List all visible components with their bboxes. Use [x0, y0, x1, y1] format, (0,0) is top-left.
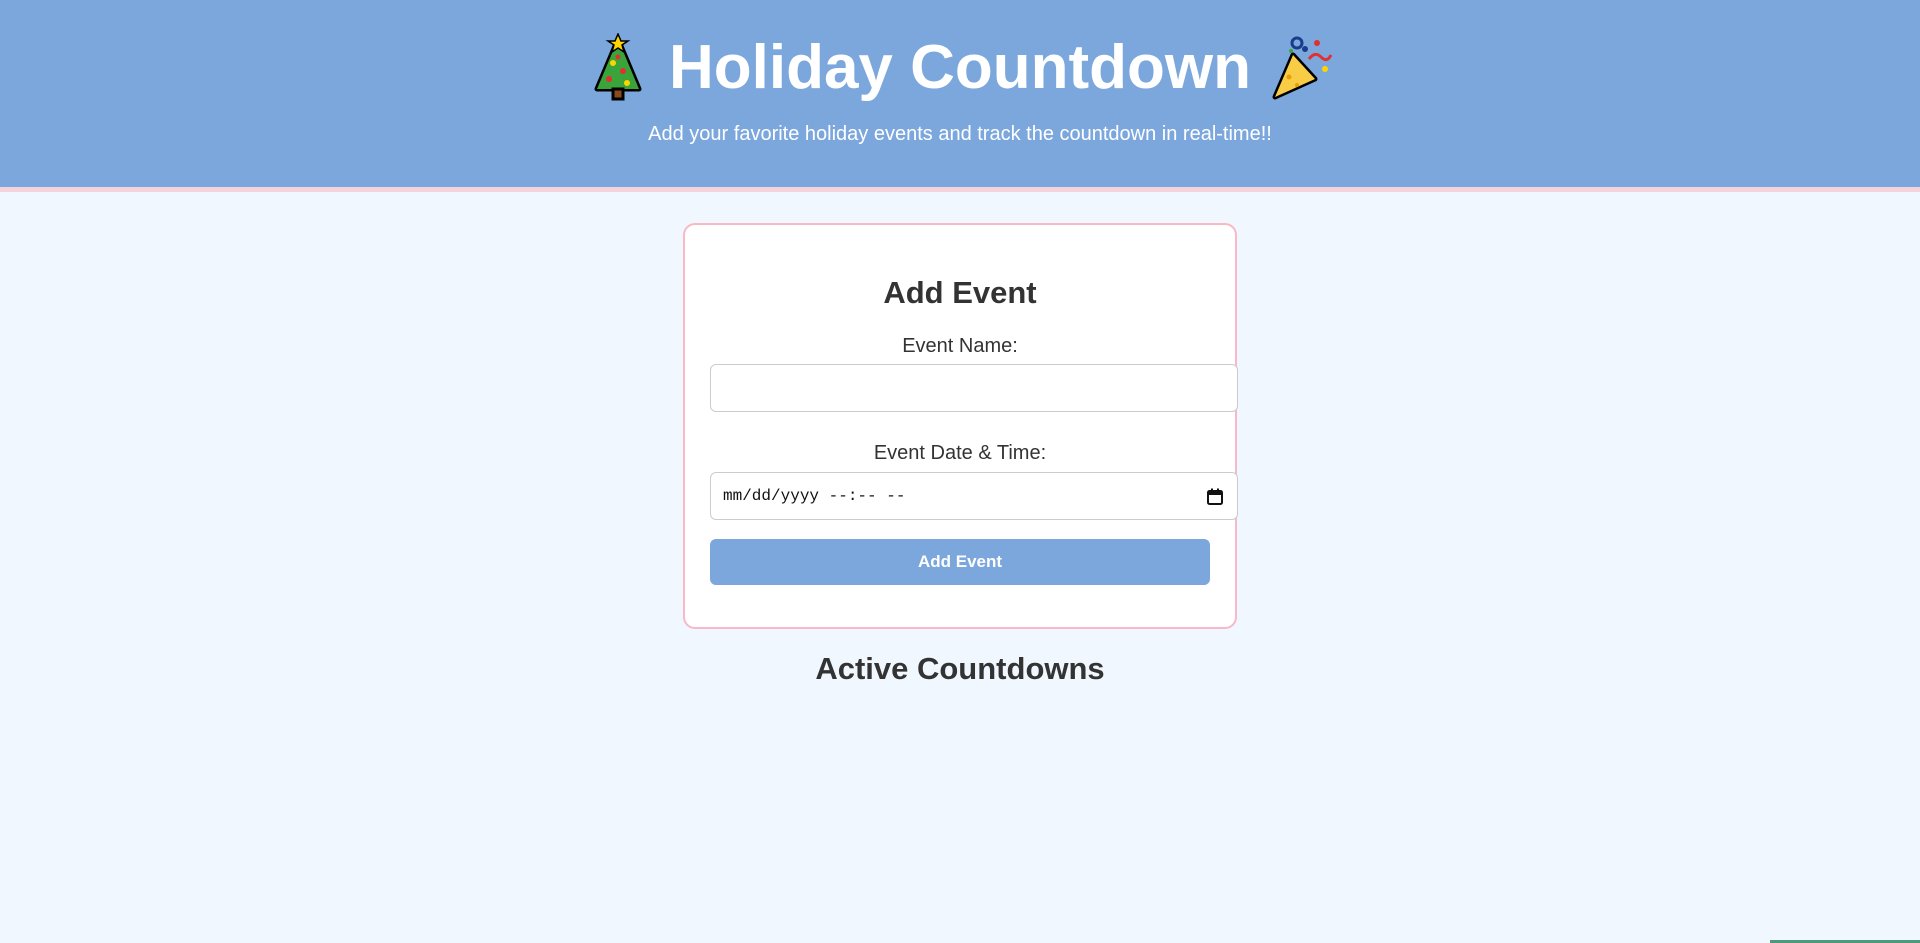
event-datetime-placeholder: mm/dd/yyyy --:-- -- [723, 487, 906, 505]
page-header: Holiday Countdown Add your favorite holi… [0, 0, 1920, 192]
header-title-row: Holiday Countdown [0, 30, 1920, 106]
event-date-label: Event Date & Time: [873, 442, 1047, 464]
event-name-label: Event Name: [902, 335, 1018, 357]
party-popper-icon [1272, 36, 1333, 100]
page-subtitle: Add your favorite holiday events and tra… [648, 123, 1272, 145]
add-event-card: Add Event Event Name: Event Date & Time:… [683, 223, 1238, 629]
calendar-icon[interactable] [1207, 488, 1223, 505]
add-event-heading: Add Event [883, 275, 1037, 310]
active-countdowns-heading: Active Countdowns [815, 651, 1105, 686]
event-datetime-input[interactable]: mm/dd/yyyy --:-- -- [710, 472, 1238, 520]
add-event-button[interactable]: Add Event [710, 539, 1210, 585]
event-name-input[interactable] [710, 364, 1238, 412]
page-title: Holiday Countdown [668, 33, 1252, 102]
christmas-tree-icon [594, 33, 642, 101]
